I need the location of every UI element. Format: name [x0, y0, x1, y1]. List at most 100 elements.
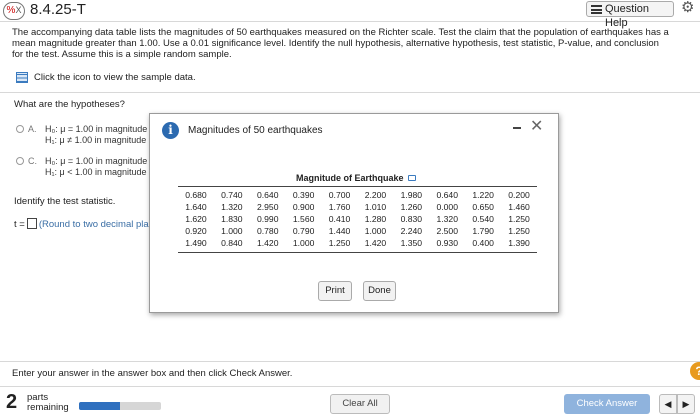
table-top-rule — [178, 186, 537, 187]
question-help-button[interactable]: Question Help — [586, 1, 674, 29]
option-a-radio[interactable] — [16, 125, 24, 133]
copy-icon[interactable] — [407, 175, 416, 181]
data-table-title-label: Magnitude of Earthquake — [296, 173, 404, 183]
option-c-radio[interactable] — [16, 157, 24, 165]
table-cell: 1.490 — [185, 238, 207, 248]
data-table-title: Magnitude of Earthquake — [296, 173, 416, 183]
gear-icon[interactable]: ⚙ — [681, 0, 694, 16]
info-icon: i — [162, 122, 179, 139]
option-c-letter: C. — [28, 156, 37, 166]
menu-icon — [591, 5, 602, 14]
table-row: 1.640 1.320 2.950 0.900 1.760 1.010 1.260 0.000… — [178, 201, 537, 213]
data-table: 0.680 0.740 0.640 0.390 0.700 2.200 1.980 0.640… — [178, 189, 537, 249]
table-cell: 0.400 — [472, 238, 494, 248]
print-button[interactable]: Print — [318, 281, 352, 301]
table-cell: 1.830 — [221, 214, 243, 224]
table-cell: 1.000 — [221, 226, 243, 236]
table-cell: 1.280 — [364, 214, 387, 224]
table-row: 1.490 0.840 1.420 1.000 1.250 1.420 1.350 0.930… — [178, 237, 537, 249]
answer-instruction: Enter your answer in the answer box and … — [12, 368, 293, 379]
table-cell: 1.000 — [292, 238, 315, 248]
table-cell: 1.260 — [400, 202, 423, 212]
table-cell: 2.500 — [436, 226, 458, 236]
close-icon[interactable]: ✕ — [530, 116, 543, 135]
table-cell: 1.250 — [328, 238, 351, 248]
table-cell: 0.640 — [256, 190, 279, 200]
table-cell: 1.000 — [364, 226, 387, 236]
identify-test-statistic-label: Identify the test statistic. — [14, 196, 116, 207]
table-cell: 0.930 — [436, 238, 458, 248]
table-cell: 1.420 — [256, 238, 279, 248]
help-icon[interactable]: ? — [690, 362, 700, 380]
data-table-icon[interactable] — [16, 72, 28, 83]
done-button[interactable]: Done — [363, 281, 396, 301]
check-answer-button[interactable]: Check Answer — [564, 394, 650, 414]
option-c-alternative-hypothesis: H₁: μ < 1.00 in magnitude — [45, 167, 147, 177]
table-cell: 1.250 — [508, 214, 530, 224]
table-cell: 1.790 — [472, 226, 494, 236]
table-cell: 0.680 — [185, 190, 207, 200]
rounding-note: (Round to two decimal pla — [38, 219, 149, 230]
minimize-icon[interactable] — [513, 127, 521, 129]
table-cell: 1.220 — [472, 190, 494, 200]
test-statistic-row: t = (Round to two decimal pla — [14, 218, 149, 230]
table-cell: 0.790 — [292, 226, 315, 236]
table-bottom-rule — [178, 252, 537, 253]
option-c-null-hypothesis: H₀: μ = 1.00 in magnitude — [45, 156, 148, 166]
sample-data-link-label: Click the icon to view the sample data. — [34, 72, 196, 83]
table-cell: 1.640 — [185, 202, 207, 212]
table-cell: 1.320 — [221, 202, 243, 212]
table-cell: 1.010 — [364, 202, 387, 212]
dialog-title: Magnitudes of 50 earthquakes — [188, 125, 323, 136]
table-cell: 0.410 — [328, 214, 351, 224]
table-cell: 1.760 — [328, 202, 351, 212]
table-row: 1.620 1.830 0.990 1.560 0.410 1.280 0.830 1.320… — [178, 213, 537, 225]
parts-count: 2 — [6, 391, 18, 413]
table-cell: 0.830 — [400, 214, 423, 224]
table-cell: 1.440 — [328, 226, 351, 236]
divider — [0, 386, 700, 387]
table-cell: 0.200 — [508, 190, 530, 200]
page: %X 8.4.25-T Question Help ⚙ The accompan… — [0, 0, 700, 416]
top-bar: %X 8.4.25-T Question Help ⚙ — [0, 0, 700, 29]
table-cell: 1.350 — [400, 238, 423, 248]
table-cell: 1.980 — [400, 190, 423, 200]
table-row: 0.680 0.740 0.640 0.390 0.700 2.200 1.980 0.640… — [178, 189, 537, 201]
table-cell: 1.420 — [364, 238, 387, 248]
table-cell: 1.560 — [292, 214, 315, 224]
problem-status-icon: %X — [3, 2, 25, 20]
question-help-label: Question Help — [605, 3, 650, 29]
progress-fill — [79, 402, 120, 410]
option-a-alternative-hypothesis: H₁: μ ≠ 1.00 in magnitude — [45, 135, 147, 145]
table-cell: 0.990 — [256, 214, 279, 224]
table-cell: 0.840 — [221, 238, 243, 248]
table-row: 0.920 1.000 0.780 0.790 1.440 1.000 2.240 2.500… — [178, 225, 537, 237]
option-a-null-hypothesis: H₀: μ = 1.00 in magnitude — [45, 124, 148, 134]
table-cell: 0.000 — [436, 202, 458, 212]
next-button[interactable]: ▶ — [677, 394, 695, 414]
problem-status-sub: X — [15, 5, 22, 15]
table-cell: 1.390 — [508, 238, 530, 248]
test-statistic-input[interactable] — [26, 218, 37, 229]
table-cell: 0.700 — [328, 190, 351, 200]
table-cell: 0.640 — [436, 190, 458, 200]
test-statistic-prefix: t = — [14, 219, 25, 230]
table-cell: 0.900 — [292, 202, 315, 212]
remaining-label: remaining — [27, 402, 69, 413]
table-cell: 1.460 — [508, 202, 530, 212]
table-cell: 2.240 — [400, 226, 423, 236]
problem-id: 8.4.25-T — [30, 1, 86, 18]
sample-data-dialog: i Magnitudes of 50 earthquakes ✕ Magnitu… — [149, 113, 559, 313]
previous-button[interactable]: ◀ — [659, 394, 677, 414]
divider — [0, 92, 700, 93]
table-cell: 1.250 — [508, 226, 530, 236]
hypotheses-question: What are the hypotheses? — [14, 99, 125, 110]
clear-all-button[interactable]: Clear All — [330, 394, 390, 414]
table-cell: 2.200 — [364, 190, 387, 200]
divider — [0, 361, 700, 362]
option-a-letter: A. — [28, 124, 37, 134]
table-cell: 1.620 — [185, 214, 207, 224]
table-cell: 2.950 — [256, 202, 279, 212]
table-cell: 0.780 — [256, 226, 279, 236]
progress-bar — [79, 402, 161, 410]
